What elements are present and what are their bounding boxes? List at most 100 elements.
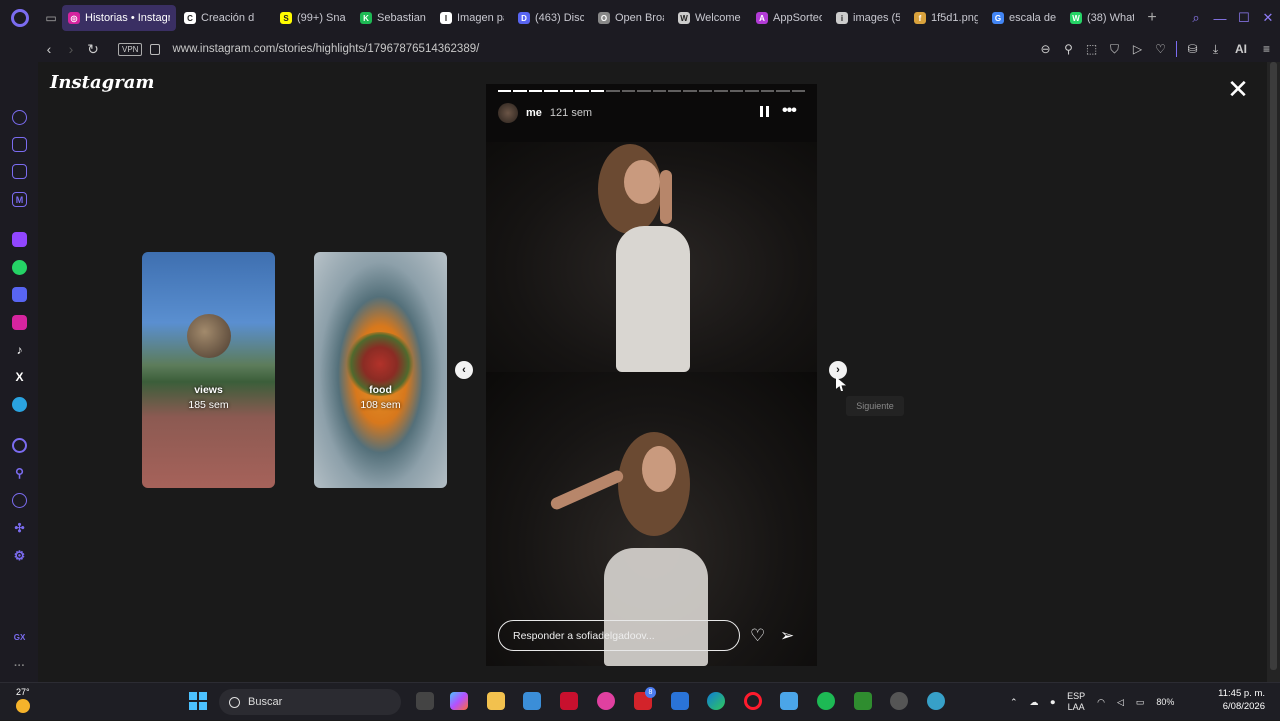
spotify-icon[interactable] [817, 692, 835, 710]
messenger-icon[interactable]: M [12, 192, 27, 207]
tab-favicon-icon: G [992, 12, 1004, 24]
close-window-button[interactable]: ✕ [1256, 10, 1280, 26]
adblock-shield-icon[interactable]: ⛉ [1107, 42, 1122, 57]
browser-tab[interactable]: W Welcome [672, 5, 748, 31]
browser-tab[interactable]: I Imagen pa [434, 5, 510, 31]
url-field[interactable]: www.instagram.com/stories/highlights/179… [172, 43, 479, 55]
instagram-icon[interactable] [12, 315, 27, 330]
battery-icon[interactable]: ▭ [1136, 697, 1145, 708]
vpn-badge[interactable]: VPN [118, 42, 143, 56]
start-button[interactable] [189, 692, 207, 710]
pin-icon[interactable]: ⚲ [1061, 42, 1076, 56]
microphone-icon[interactable]: ⏺ [1051, 697, 1056, 708]
arm [548, 468, 626, 512]
forward-button[interactable]: › [60, 41, 82, 57]
browser-tab[interactable]: f 1f5d1.png [908, 5, 984, 31]
browser-tab[interactable]: ◎ Historias • Instagr [62, 5, 176, 31]
task-view-icon[interactable] [416, 692, 434, 710]
lock-icon[interactable] [150, 43, 161, 55]
outlook-icon[interactable] [671, 692, 689, 710]
aria-icon[interactable] [12, 110, 27, 125]
extensions-icon[interactable]: ✣ [12, 520, 27, 535]
snapshot-icon[interactable]: ⬚ [1084, 42, 1099, 56]
highlight-card-food[interactable]: food 108 sem [314, 252, 447, 488]
mcafee-icon[interactable] [560, 692, 578, 710]
instagram-logo[interactable]: Instagram [50, 72, 154, 93]
minimize-button[interactable]: — [1208, 11, 1232, 26]
search-tabs-icon[interactable]: ⌕ [1184, 10, 1208, 26]
edge-icon[interactable] [707, 692, 725, 710]
previous-story-button[interactable]: ‹ [455, 361, 473, 379]
opera-taskbar-icon[interactable] [744, 692, 762, 710]
browser-tab[interactable]: K Sebastian [354, 5, 432, 31]
wifi-icon[interactable]: ◠ [1097, 697, 1105, 708]
chevron-up-icon[interactable]: ⌃ [1010, 697, 1018, 708]
tiktok-icon[interactable]: ♪ [12, 342, 27, 357]
story-username[interactable]: me [526, 107, 542, 119]
maximize-button[interactable]: ☐ [1232, 10, 1256, 26]
language-indicator[interactable]: ESP LAA [1067, 691, 1085, 713]
volume-icon[interactable]: ◁ [1117, 697, 1124, 708]
new-tab-button[interactable]: + [1142, 9, 1162, 27]
bookmark-heart-icon[interactable]: ♡ [1153, 42, 1168, 56]
photos-icon[interactable] [597, 692, 615, 710]
tab-overview-icon[interactable]: ▭ [40, 0, 62, 36]
story-photo-top [486, 142, 817, 372]
story-frame[interactable]: me 121 sem ••• Responder a sofiadelgadoo… [486, 84, 817, 666]
close-story-button[interactable]: ✕ [1226, 76, 1250, 102]
browser-tab[interactable]: A AppSorteo [750, 5, 828, 31]
onedrive-icon[interactable]: ☁ [1030, 697, 1039, 708]
avatar[interactable] [498, 103, 518, 123]
copilot-icon[interactable] [450, 692, 468, 710]
globe-app-icon[interactable] [927, 692, 945, 710]
play-icon[interactable]: ▷ [1130, 42, 1145, 56]
paint-icon[interactable] [780, 692, 798, 710]
telegram-icon[interactable] [12, 397, 27, 412]
highlight-card-views[interactable]: views 185 sem [142, 252, 275, 488]
clock-app-icon[interactable] [890, 692, 908, 710]
weather-widget[interactable]: 27° [16, 687, 44, 713]
twitch-icon[interactable] [12, 232, 27, 247]
page-scrollbar[interactable] [1267, 62, 1280, 682]
ai-prompts-icon[interactable] [12, 137, 27, 152]
browser-tab[interactable]: C Creación d [178, 5, 272, 31]
back-button[interactable]: ‹ [38, 41, 60, 57]
pinboard-icon[interactable]: ⚲ [12, 465, 27, 480]
aria-ai-button[interactable]: AI [1231, 42, 1251, 56]
tab-title: images (5 [853, 12, 900, 24]
history-icon[interactable] [12, 493, 27, 508]
crypto-wallet-icon[interactable] [12, 164, 27, 179]
download-icon[interactable]: ⤓ [1208, 42, 1223, 57]
minecraft-icon[interactable] [854, 692, 872, 710]
tab-title: Creación d [201, 12, 255, 24]
gx-icon[interactable]: GX [12, 630, 27, 645]
next-story-button[interactable]: › [829, 361, 847, 379]
file-explorer-icon[interactable] [487, 692, 505, 710]
send-direct-icon[interactable]: ➢ [780, 626, 794, 646]
reply-input[interactable]: Responder a sofiadelgadoov... [498, 620, 740, 651]
browser-tab[interactable]: S (99+) Sna [274, 5, 352, 31]
taskbar-search[interactable]: Buscar [219, 689, 401, 715]
pause-icon[interactable] [760, 106, 772, 120]
browser-tab[interactable]: D (463) Disc [512, 5, 590, 31]
settings-gear-icon[interactable]: ⚙ [12, 548, 27, 563]
system-clock[interactable]: 11:45 p. m. 6/08/2026 [1215, 687, 1265, 713]
player-icon[interactable] [12, 438, 27, 453]
reload-button[interactable]: ↻ [82, 41, 104, 58]
browser-tab[interactable]: i images (5 [830, 5, 906, 31]
store-icon[interactable] [523, 692, 541, 710]
wallet-icon[interactable]: ⛁ [1185, 42, 1200, 56]
like-heart-icon[interactable]: ♡ [750, 626, 765, 646]
x-twitter-icon[interactable]: X [12, 369, 27, 384]
sidebar-more-icon[interactable]: ··· [12, 658, 27, 673]
zoom-icon[interactable]: ⊖ [1038, 42, 1053, 56]
opera-menu-button[interactable] [0, 0, 40, 36]
scrollbar-thumb[interactable] [1270, 62, 1277, 670]
more-options-icon[interactable]: ••• [782, 102, 797, 120]
browser-tab[interactable]: W (38) What [1064, 5, 1140, 31]
discord-icon[interactable] [12, 287, 27, 302]
menu-icon[interactable]: ≡ [1259, 42, 1274, 56]
whatsapp-icon[interactable] [12, 260, 27, 275]
browser-tab[interactable]: Gescala de [986, 5, 1062, 31]
browser-tab[interactable]: O Open Broa [592, 5, 670, 31]
